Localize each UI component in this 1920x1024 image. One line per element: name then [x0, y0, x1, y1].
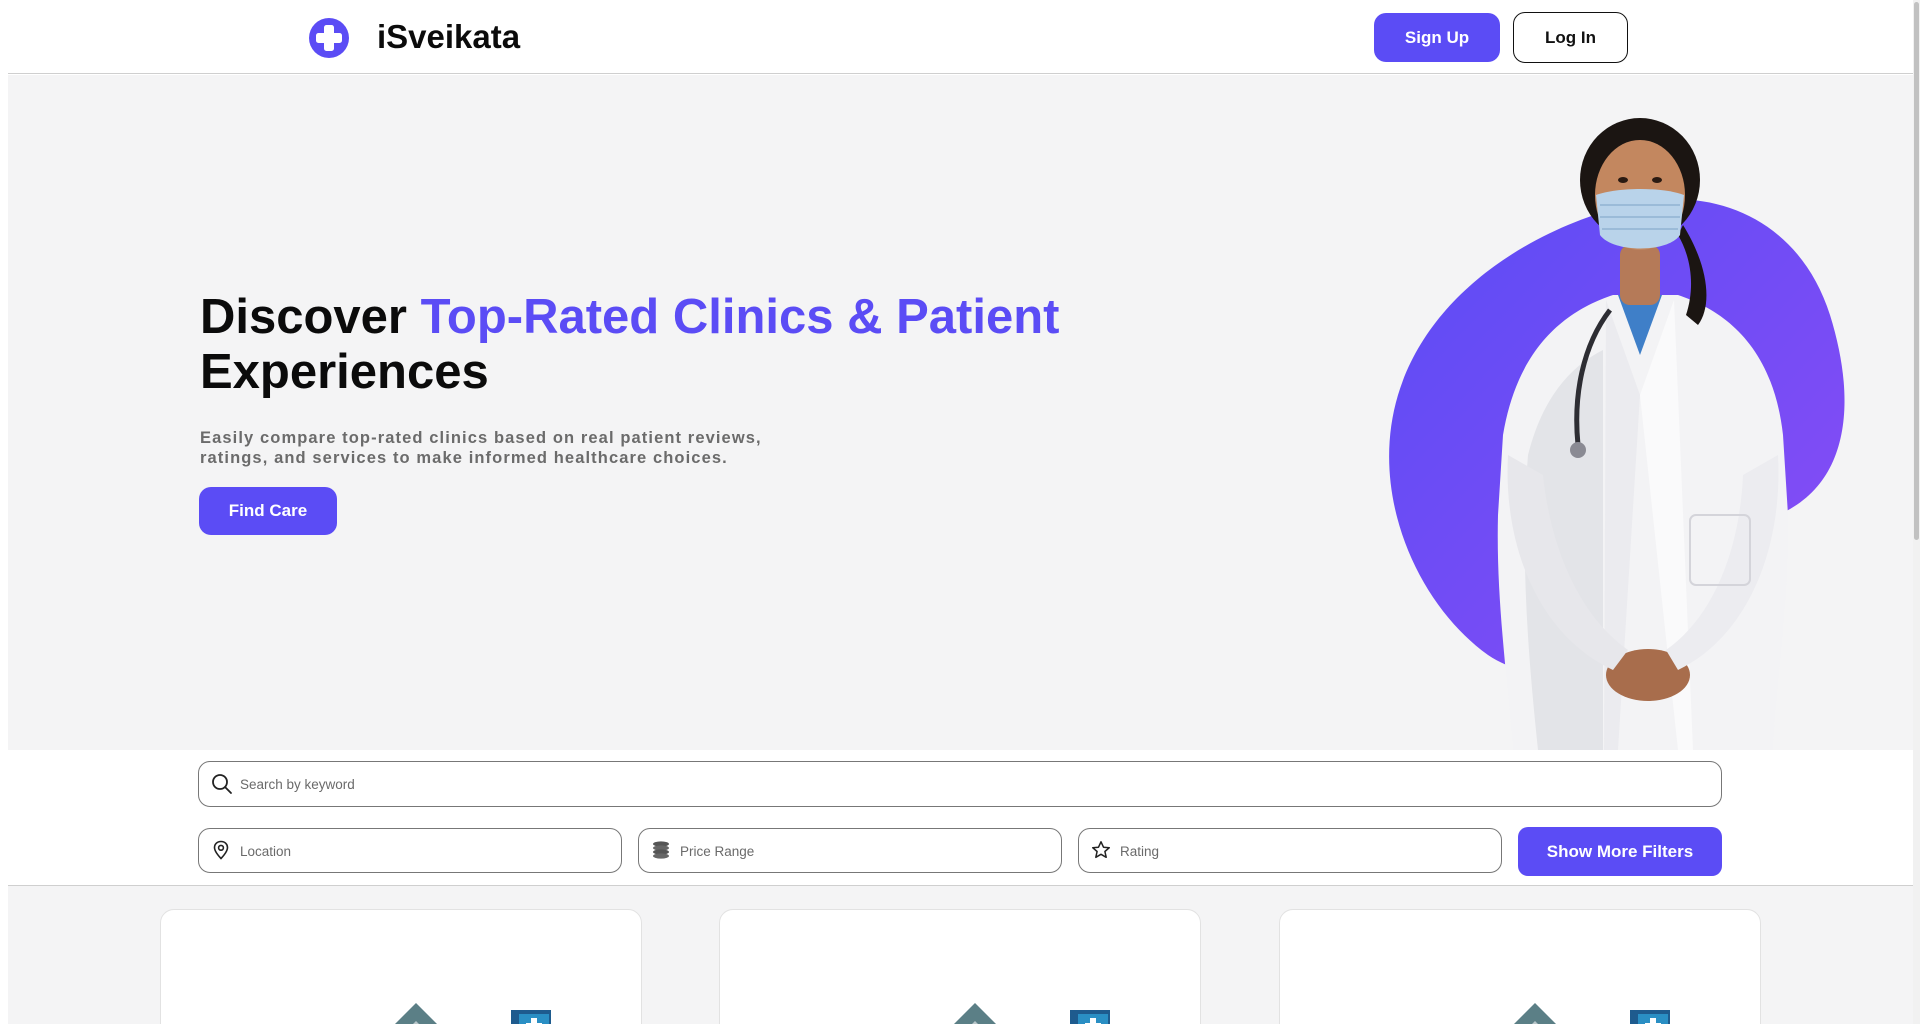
- hero-title-accent: Top-Rated Clinics & Patient: [420, 290, 1060, 344]
- log-in-button[interactable]: Log In: [1513, 12, 1628, 63]
- sign-up-button[interactable]: Sign Up: [1374, 13, 1500, 62]
- price-range-field[interactable]: [638, 828, 1062, 873]
- hero-section: Discover Top-Rated Clinics & Patient Expe…: [8, 75, 1913, 750]
- clinic-results: [8, 885, 1913, 1024]
- clinic-card[interactable]: [719, 909, 1201, 1024]
- search-field[interactable]: [198, 761, 1722, 807]
- show-more-filters-button[interactable]: Show More Filters: [1518, 827, 1722, 876]
- map-pin-icon: [213, 840, 229, 860]
- doctor-in-mask-illustration: [1389, 118, 1845, 750]
- clinic-building-icon: [395, 1003, 551, 1024]
- clinic-building-icon: [954, 1003, 1110, 1024]
- find-care-button[interactable]: Find Care: [199, 487, 337, 535]
- search-icon: [212, 774, 232, 794]
- rating-field[interactable]: [1078, 828, 1502, 873]
- medical-cross-icon[interactable]: [308, 17, 350, 59]
- search-input[interactable]: [240, 774, 1700, 794]
- hero-subtitle: Easily compare top-rated clinics based o…: [200, 429, 762, 467]
- brand-name[interactable]: iSveikata: [377, 18, 520, 56]
- hero-title-plain: Discover: [200, 290, 421, 344]
- rating-input[interactable]: [1120, 841, 1480, 861]
- star-icon: [1091, 841, 1111, 859]
- clinic-card[interactable]: [160, 909, 642, 1024]
- site-header: iSveikata Sign Up Log In: [8, 0, 1913, 74]
- hero-title-line2: Experiences: [200, 345, 489, 399]
- hero-title: Discover Top-Rated Clinics & Patient Expe…: [200, 290, 1100, 400]
- coins-icon: [653, 841, 669, 859]
- clinic-card[interactable]: [1279, 909, 1761, 1024]
- page-scrollbar-thumb[interactable]: [1914, 2, 1919, 540]
- clinic-building-icon: [1514, 1003, 1670, 1024]
- price-range-input[interactable]: [680, 841, 1040, 861]
- location-field[interactable]: [198, 828, 622, 873]
- location-input[interactable]: [240, 841, 600, 861]
